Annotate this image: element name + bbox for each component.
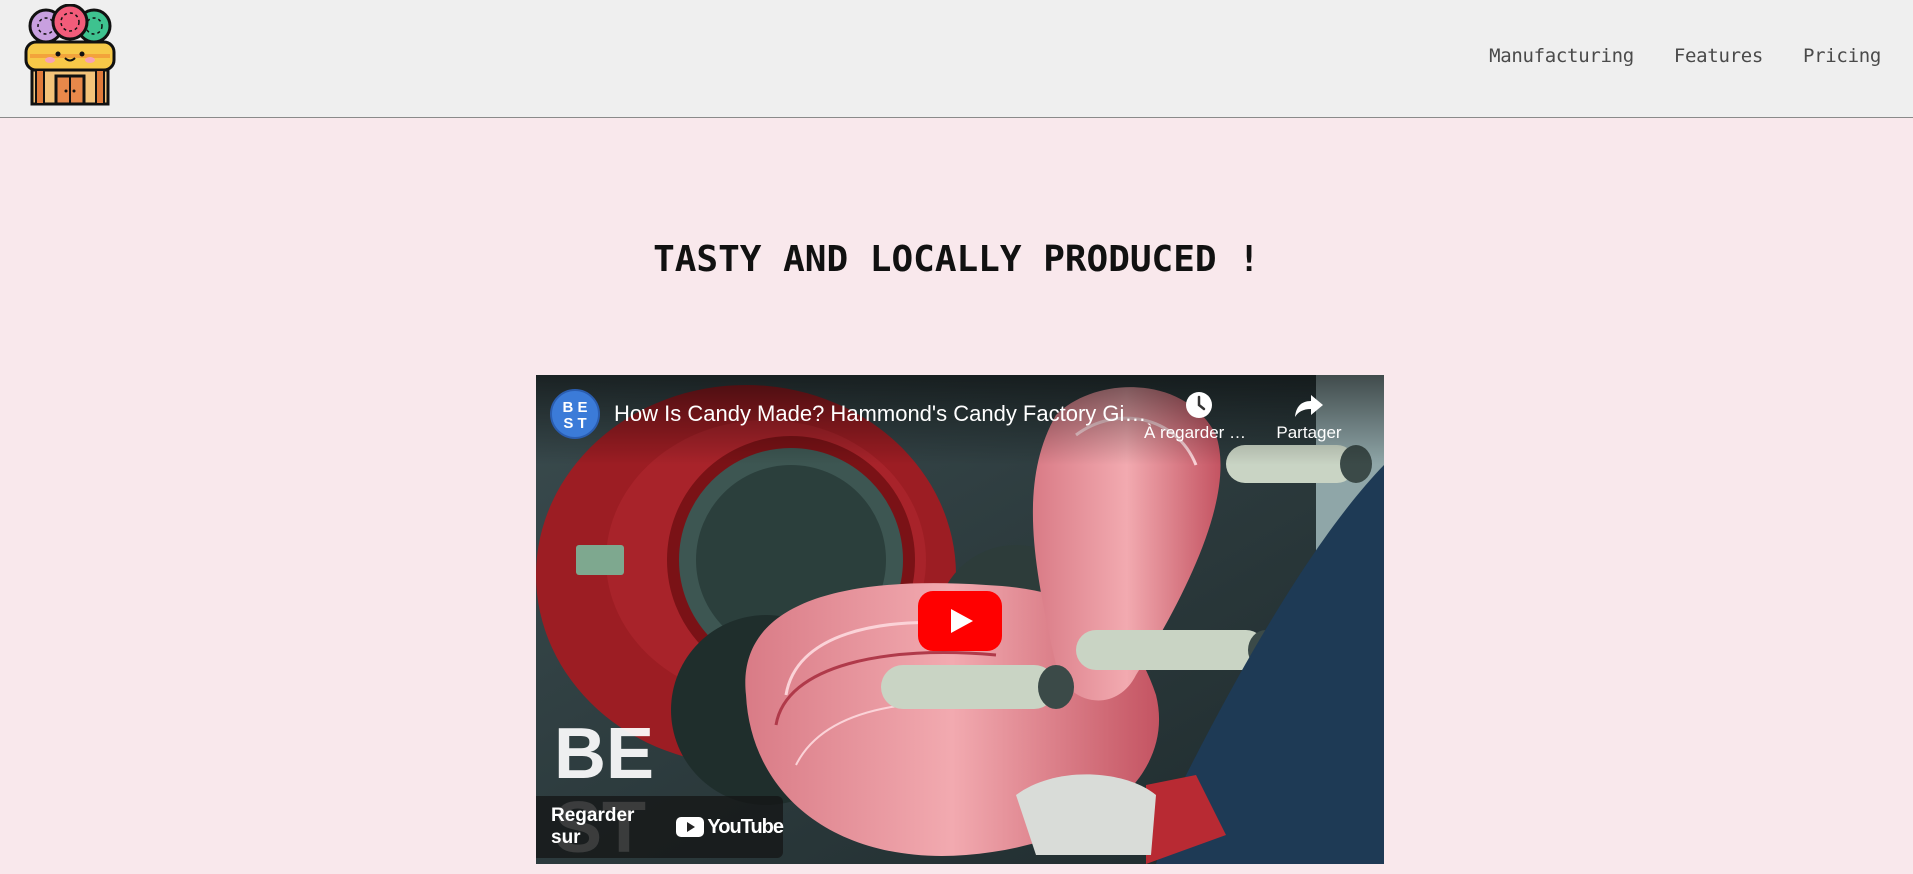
- watch-later-label: À regarder plus tard: [1144, 423, 1254, 442]
- svg-text:BE: BE: [554, 720, 654, 794]
- youtube-logo: YouTube: [676, 815, 784, 839]
- candy-shop-logo[interactable]: [20, 4, 120, 108]
- youtube-embed[interactable]: BE ST B ES T How Is Candy Made? Hammond'…: [536, 375, 1384, 864]
- clock-icon: [1144, 389, 1254, 421]
- youtube-play-icon: [676, 817, 705, 837]
- watch-on-label: Regarder sur: [551, 805, 635, 848]
- hero-title: TASTY AND LOCALLY PRODUCED !: [653, 239, 1260, 280]
- share-icon: [1254, 389, 1364, 421]
- youtube-wordmark: YouTube: [707, 815, 784, 838]
- channel-avatar[interactable]: B ES T: [550, 389, 600, 439]
- site-header: Manufacturing Features Pricing: [0, 0, 1913, 118]
- nav-manufacturing[interactable]: Manufacturing: [1489, 45, 1634, 67]
- play-button[interactable]: [918, 591, 1002, 651]
- share-label: Partager: [1276, 423, 1342, 442]
- video-title[interactable]: How Is Candy Made? Hammond's Candy Facto…: [614, 401, 1154, 427]
- nav-pricing[interactable]: Pricing: [1803, 45, 1881, 67]
- watch-later-button[interactable]: À regarder plus tard: [1144, 389, 1254, 443]
- share-button[interactable]: Partager: [1254, 389, 1364, 443]
- nav-features[interactable]: Features: [1674, 45, 1763, 67]
- main-nav: Manufacturing Features Pricing: [1489, 45, 1881, 67]
- watch-on-youtube-button[interactable]: Regarder sur YouTube: [536, 796, 784, 858]
